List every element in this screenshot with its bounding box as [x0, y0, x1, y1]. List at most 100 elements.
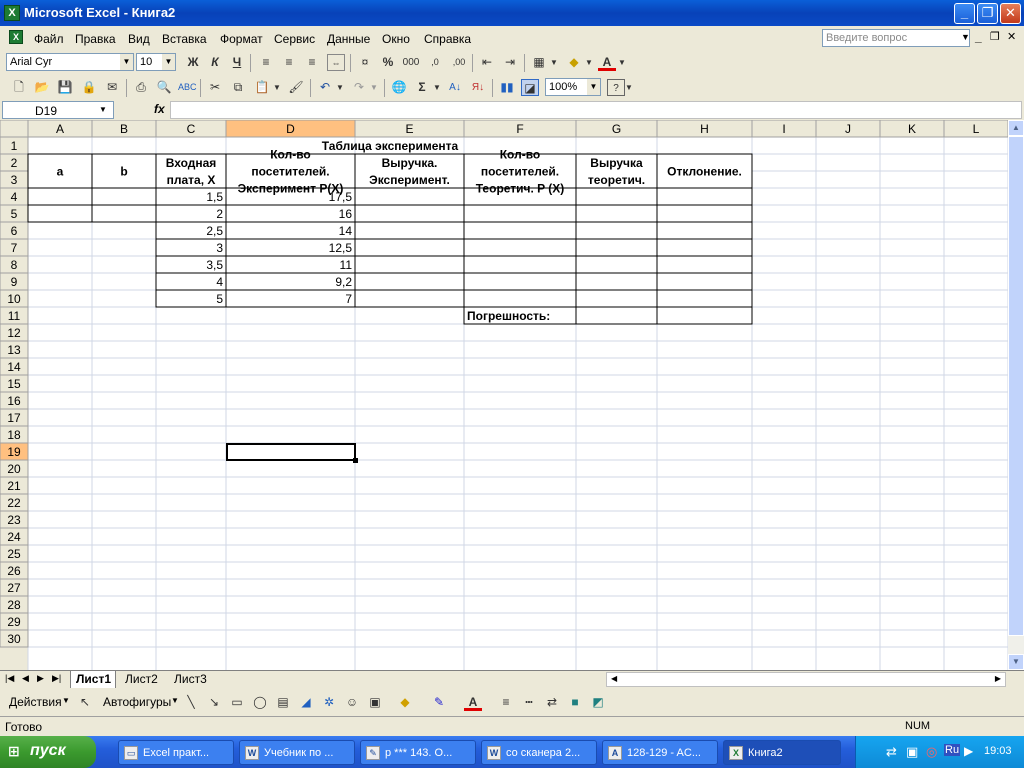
name-box[interactable]: D19 — [2, 101, 114, 119]
zoom-select[interactable]: 100% ▼ — [545, 78, 601, 96]
task-p143[interactable]: ✎ p *** 143. O... — [360, 740, 476, 765]
close-button[interactable]: ✕ — [1000, 3, 1021, 24]
worksheet-grid[interactable]: A B C D E F G H I J K L 1 2 3 4 5 6 7 8 9 10 11 12 13 14 15 16 17 18 1… — [0, 120, 1008, 670]
keyboard-ru-icon[interactable]: Ru — [944, 744, 961, 756]
shadow-icon[interactable]: ■ — [566, 694, 584, 711]
permission-icon[interactable]: 🔒 — [80, 79, 98, 96]
scroll-right-icon[interactable]: ▶ — [995, 674, 1001, 683]
decrease-indent-icon[interactable]: ⇤ — [478, 54, 496, 71]
sort-ascending-icon[interactable]: A↓ — [446, 79, 464, 96]
menu-help[interactable]: Справка — [424, 32, 471, 46]
task-excel-practice[interactable]: ▭ Excel практ... — [118, 740, 234, 765]
doc-minimize-icon[interactable]: _ — [975, 30, 982, 44]
actions-menu[interactable]: Действия — [9, 695, 62, 709]
currency-icon[interactable]: ¤ — [356, 54, 374, 71]
menu-view[interactable]: Вид — [128, 32, 150, 46]
workbook-icon[interactable]: X — [9, 30, 23, 44]
spelling-icon[interactable]: ABC — [178, 79, 197, 96]
percent-icon[interactable]: % — [379, 54, 397, 71]
grid-canvas[interactable]: A B C D E F G H I J K L1234567891011121314151617181… — [0, 120, 1008, 670]
align-left-icon[interactable]: ≡ — [257, 54, 275, 71]
ask-dropdown-icon[interactable]: ▼ — [961, 32, 970, 42]
align-center-icon[interactable]: ≡ — [280, 54, 298, 71]
tab-sheet1[interactable]: Лист1 — [70, 671, 116, 688]
formula-input[interactable] — [170, 101, 1022, 119]
italic-icon[interactable]: К — [206, 54, 224, 71]
3d-icon[interactable]: ◩ — [589, 694, 607, 711]
font-color-dropdown-icon[interactable]: ▼ — [617, 54, 627, 71]
font-color-draw-icon[interactable]: A — [464, 694, 482, 711]
font-size-select[interactable]: 10 ▼ — [136, 53, 176, 71]
autosum-dropdown-icon[interactable]: ▼ — [432, 79, 442, 96]
merge-center-icon[interactable]: ⇔ — [327, 54, 345, 71]
sort-descending-icon[interactable]: Я↓ — [469, 79, 487, 96]
paste-icon[interactable]: 📋 — [253, 79, 271, 96]
name-box-dropdown-icon[interactable]: ▼ — [99, 105, 107, 114]
oval-icon[interactable]: ◯ — [251, 694, 269, 711]
tab-sheet2[interactable]: Лист2 — [121, 671, 167, 688]
first-sheet-icon[interactable]: |◀ — [5, 673, 14, 684]
thousands-separator-icon[interactable]: 000 — [402, 54, 420, 71]
chart-wizard-icon[interactable]: ▮▮ — [498, 79, 516, 96]
fx-icon[interactable]: fx — [154, 102, 165, 116]
align-right-icon[interactable]: ≡ — [303, 54, 321, 71]
redo-dropdown-icon[interactable]: ▼ — [369, 79, 379, 96]
font-name-select[interactable]: Arial Cyr ▼ — [6, 53, 134, 71]
paste-dropdown-icon[interactable]: ▼ — [272, 79, 282, 96]
increase-indent-icon[interactable]: ⇥ — [501, 54, 519, 71]
menu-insert[interactable]: Вставка — [162, 32, 207, 46]
selected-cell-d19[interactable] — [226, 443, 356, 461]
doc-close-icon[interactable]: ✕ — [1007, 30, 1016, 43]
hyperlink-icon[interactable]: 🌐 — [390, 79, 408, 96]
rectangle-icon[interactable]: ▭ — [228, 694, 246, 711]
line-style-icon[interactable]: ≡ — [497, 694, 515, 711]
print-icon[interactable]: ⎙ — [132, 79, 150, 96]
underline-icon[interactable]: Ч — [228, 54, 246, 71]
dash-style-icon[interactable]: ┅ — [520, 694, 538, 711]
media-icon[interactable]: ▶ — [964, 744, 973, 758]
minimize-button[interactable]: _ — [954, 3, 975, 24]
save-icon[interactable]: 💾 — [56, 79, 74, 96]
fill-color-icon[interactable]: ◆ — [565, 54, 583, 71]
open-icon[interactable]: 📂 — [33, 79, 51, 96]
network-icon[interactable]: ⇄ — [886, 744, 897, 760]
doc-restore-icon[interactable]: ❐ — [990, 30, 1000, 43]
last-sheet-icon[interactable]: ▶| — [52, 673, 61, 684]
clipart-icon[interactable]: ☺ — [343, 694, 361, 711]
drawing-icon[interactable]: ◪ — [521, 79, 539, 96]
menu-edit[interactable]: Правка — [75, 32, 116, 46]
task-textbook[interactable]: W Учебник по ... — [239, 740, 355, 765]
autosum-icon[interactable]: Σ — [413, 79, 431, 96]
line-color-icon[interactable]: ✎ — [430, 694, 448, 711]
select-all-button[interactable] — [0, 120, 29, 138]
restore-button[interactable]: ❐ — [977, 3, 998, 24]
task-scanner[interactable]: Wсо сканера 2... — [481, 740, 597, 765]
menu-file[interactable]: Файл — [34, 32, 64, 46]
picture-icon[interactable]: ▣ — [366, 694, 384, 711]
diagram-icon[interactable]: ✲ — [320, 694, 338, 711]
fill-handle[interactable] — [353, 458, 358, 463]
horizontal-scrollbar[interactable]: ◀ ▶ — [606, 672, 1006, 687]
email-icon[interactable]: ✉ — [103, 79, 121, 96]
vertical-scrollbar[interactable]: ▲ ▼ — [1008, 120, 1024, 670]
undo-icon[interactable]: ↶ — [316, 79, 334, 96]
font-color-icon[interactable]: A — [598, 54, 616, 71]
fill-color-draw-icon[interactable]: ◆ — [396, 694, 414, 711]
autoshapes-dropdown-icon[interactable]: ▼ — [171, 696, 179, 705]
menu-format[interactable]: Формат — [220, 32, 263, 46]
arrow-icon[interactable]: ↘ — [205, 694, 223, 711]
redo-icon[interactable]: ↷ — [350, 79, 368, 96]
task-128-129[interactable]: A 128-129 - AC... — [602, 740, 718, 765]
borders-icon[interactable]: ▦ — [530, 54, 548, 71]
actions-dropdown-icon[interactable]: ▼ — [62, 696, 70, 705]
new-icon[interactable]: 🗋 — [10, 79, 28, 96]
format-painter-icon[interactable]: 🖌 — [287, 79, 305, 96]
menu-tools[interactable]: Сервис — [274, 32, 315, 46]
excel-icon[interactable]: X — [4, 5, 20, 21]
monitor-icon[interactable]: ▣ — [906, 744, 918, 760]
copy-icon[interactable]: ⧉ — [229, 79, 247, 96]
scroll-left-icon[interactable]: ◀ — [611, 674, 617, 683]
scroll-thumb[interactable] — [1008, 136, 1024, 636]
antivirus-icon[interactable]: ◎ — [926, 744, 937, 760]
help-icon[interactable]: ? — [607, 79, 625, 96]
